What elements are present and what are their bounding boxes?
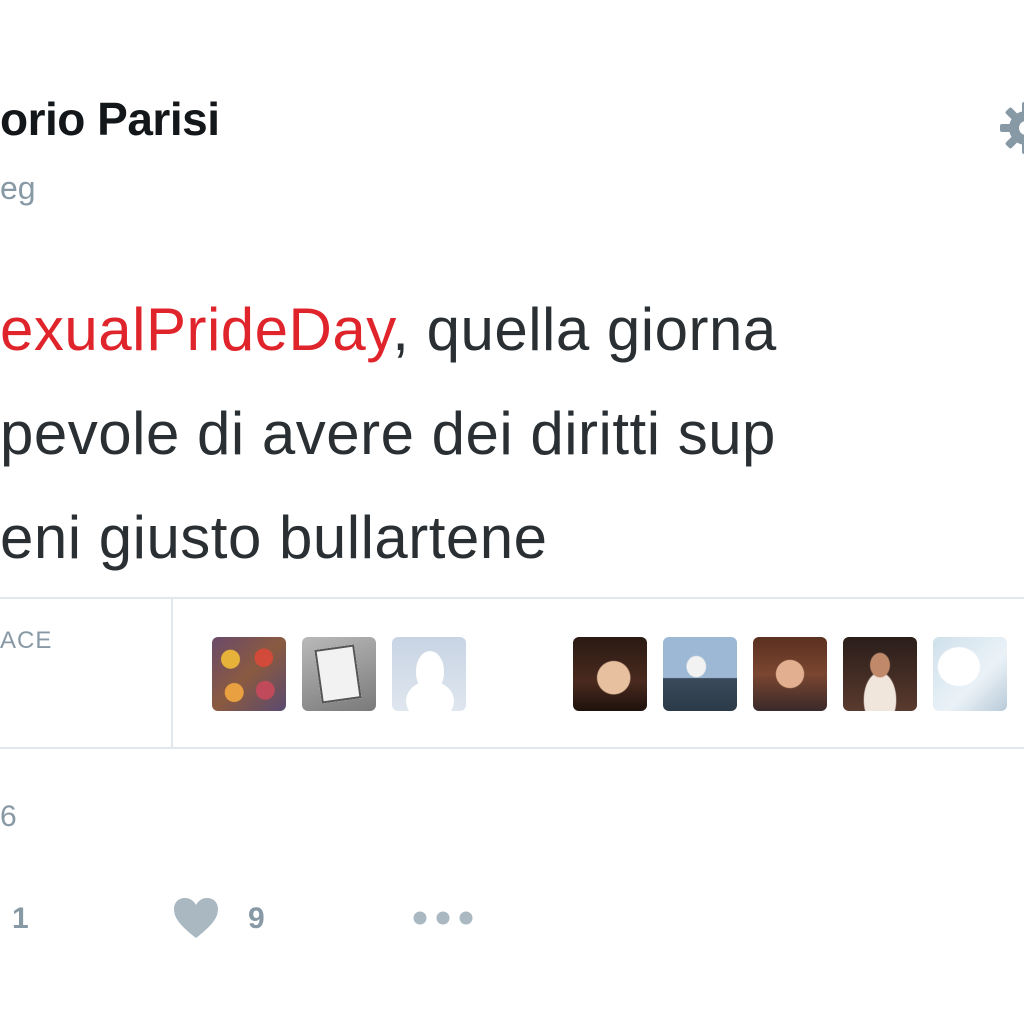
tweet-text-segment: eni giusto bullartene xyxy=(0,504,548,571)
tweet-line-2: pevole di avere dei diritti sup xyxy=(0,382,1024,486)
retweet-count[interactable]: 1 xyxy=(12,902,29,936)
stats-divider xyxy=(171,599,173,747)
hashtag-link[interactable]: exualPrideDay xyxy=(0,296,392,363)
tweet-line-1: exualPrideDay, quella giorna xyxy=(0,278,1024,382)
heart-icon[interactable] xyxy=(172,896,220,940)
liker-avatar[interactable] xyxy=(212,637,286,711)
avatar-image xyxy=(416,651,444,691)
liker-avatar[interactable] xyxy=(843,637,917,711)
tweet-text-segment: pevole di avere dei diritti sup xyxy=(0,400,776,467)
liker-avatar[interactable] xyxy=(753,637,827,711)
author-name[interactable]: orio Parisi xyxy=(0,92,220,146)
tweet-text-segment: , quella giorna xyxy=(392,296,777,363)
liker-avatar[interactable] xyxy=(663,637,737,711)
liker-avatar[interactable] xyxy=(573,637,647,711)
tweet-actions: 1 9 xyxy=(0,890,1024,950)
tweet-line-3: eni giusto bullartene xyxy=(0,486,1024,590)
tweet-text: exualPrideDay, quella giorna pevole di a… xyxy=(0,278,1024,590)
avatar-image xyxy=(314,644,362,704)
author-handle[interactable]: eg xyxy=(0,170,36,207)
liker-avatar[interactable] xyxy=(933,637,1007,711)
liker-avatar[interactable] xyxy=(392,637,466,711)
likes-stat-label[interactable]: ACE xyxy=(0,627,52,655)
tweet-date[interactable]: 6 xyxy=(0,800,17,834)
gear-icon[interactable] xyxy=(996,98,1024,158)
liker-avatar[interactable] xyxy=(302,637,376,711)
more-dots-icon[interactable] xyxy=(412,910,474,926)
like-count[interactable]: 9 xyxy=(248,902,265,936)
tweet-stats-bar: ACE xyxy=(0,597,1024,749)
